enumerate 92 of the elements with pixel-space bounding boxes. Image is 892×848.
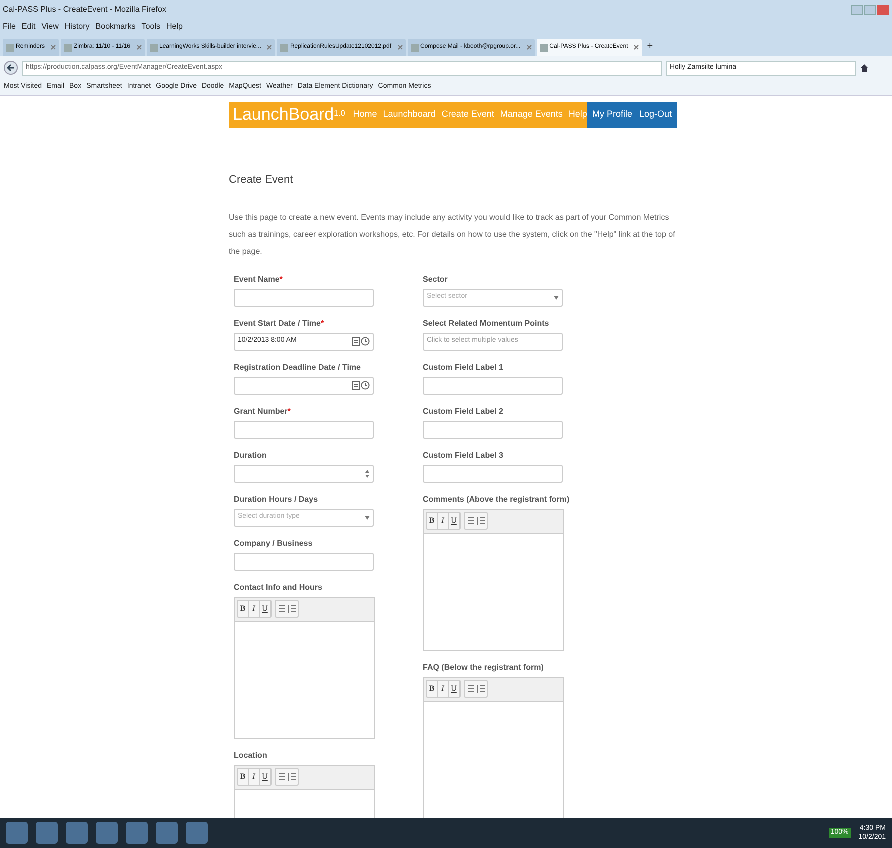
field-label: Custom Field Label 2 xyxy=(423,406,504,416)
number-input[interactable] xyxy=(234,464,374,482)
rich-text-editor[interactable]: B I U xyxy=(423,676,564,818)
menu-item[interactable]: History xyxy=(64,21,90,33)
bullet-list-icon[interactable] xyxy=(465,684,476,694)
date-time-input[interactable] xyxy=(234,376,374,394)
text-input[interactable] xyxy=(234,552,374,570)
page-intro: Use this page to create a new event. Events may include any activity you would like to track as part of your Common Metrics such as trainings, career exploration workshops, etc. For details on how to use the system, click on the "Help" link at the top of the page. xyxy=(229,212,676,258)
bullet-list-icon[interactable] xyxy=(465,516,476,526)
format-button[interactable]: I xyxy=(438,513,449,529)
format-button[interactable]: U xyxy=(449,681,460,697)
tab-favicon-icon xyxy=(410,44,419,52)
close-tab-icon[interactable] xyxy=(267,45,272,50)
maximize-icon[interactable] xyxy=(864,5,876,15)
numbered-list-icon[interactable] xyxy=(287,604,298,614)
field-label: Select Related Momentum Points xyxy=(423,318,550,328)
field-label: Custom Field Label 1 xyxy=(423,362,504,372)
menu-item[interactable]: Tools xyxy=(142,21,160,33)
menu-item[interactable]: Help xyxy=(166,21,183,33)
taskbar-app-icon[interactable] xyxy=(66,822,88,844)
bullet-list-icon[interactable] xyxy=(276,772,287,782)
format-button[interactable]: I xyxy=(249,601,260,617)
field-label: FAQ (Below the registrant form) xyxy=(423,662,545,672)
field-label: Registration Deadline Date / Time xyxy=(234,362,362,372)
new-tab-button[interactable]: + xyxy=(644,39,656,56)
field-label: Contact Info and Hours xyxy=(234,582,324,592)
field-label: Custom Field Label 3 xyxy=(423,450,504,460)
format-button[interactable]: B xyxy=(238,601,249,617)
taskbar-app-icon[interactable] xyxy=(126,822,148,844)
text-input[interactable] xyxy=(234,420,374,438)
tab-favicon-icon xyxy=(6,44,14,52)
page-title: Create Event xyxy=(229,173,294,188)
calendar-icon[interactable] xyxy=(352,381,360,390)
format-button[interactable]: I xyxy=(438,681,449,697)
field-label: Duration xyxy=(234,450,268,460)
window-title: Cal-PASS Plus - CreateEvent - Mozilla Firefox xyxy=(3,4,166,16)
text-input[interactable] xyxy=(234,288,374,306)
home-icon[interactable] xyxy=(860,64,869,72)
back-arrow-icon xyxy=(7,64,15,72)
close-tab-icon[interactable] xyxy=(136,45,142,50)
tab-favicon-icon xyxy=(64,44,72,52)
close-tab-icon[interactable] xyxy=(51,45,56,50)
format-button[interactable]: U xyxy=(449,513,460,529)
menu-item[interactable]: File xyxy=(3,21,16,33)
taskbar-app-icon[interactable] xyxy=(156,822,178,844)
field-label: Event Start Date / Time* xyxy=(234,318,326,328)
nav-link[interactable]: My Profile xyxy=(592,108,632,122)
bullet-list-icon[interactable] xyxy=(276,604,287,614)
spinner-icon[interactable] xyxy=(365,468,370,478)
back-button[interactable] xyxy=(4,61,18,75)
close-tab-icon[interactable] xyxy=(398,45,403,50)
taskbar-app-icon[interactable] xyxy=(6,822,28,844)
text-input[interactable] xyxy=(423,464,563,482)
format-button[interactable]: B xyxy=(427,513,438,529)
menu-item[interactable]: View xyxy=(42,21,59,33)
text-input[interactable] xyxy=(423,376,563,394)
taskbar-app-icon[interactable] xyxy=(186,822,208,844)
rich-text-editor[interactable]: B I U xyxy=(234,764,375,818)
tab-favicon-icon xyxy=(150,44,158,52)
text-input[interactable] xyxy=(423,420,563,438)
numbered-list-icon[interactable] xyxy=(476,516,487,526)
field-label: Sector xyxy=(423,274,449,284)
format-button[interactable]: B xyxy=(427,681,438,697)
caret-down-icon xyxy=(554,296,559,300)
format-button[interactable]: I xyxy=(249,769,260,785)
caret-down-icon xyxy=(365,516,370,520)
format-button[interactable]: U xyxy=(260,769,271,785)
calendar-icon[interactable] xyxy=(352,337,360,346)
close-tab-icon[interactable] xyxy=(634,45,640,50)
rich-text-editor[interactable]: B I U xyxy=(234,596,375,738)
menu-item[interactable]: Bookmarks xyxy=(96,21,136,33)
numbered-list-icon[interactable] xyxy=(287,772,298,782)
numbered-list-icon[interactable] xyxy=(476,684,487,694)
taskbar-app-icon[interactable] xyxy=(96,822,118,844)
format-button[interactable]: U xyxy=(260,601,271,617)
field-label: Grant Number* xyxy=(234,406,292,416)
rich-text-editor[interactable]: B I U xyxy=(423,508,564,650)
clock-icon[interactable] xyxy=(361,337,370,346)
field-label: Location xyxy=(234,750,268,760)
clock-icon[interactable] xyxy=(361,381,370,390)
close-tab-icon[interactable] xyxy=(526,45,532,50)
tab-favicon-icon xyxy=(540,44,548,52)
field-label: Comments (Above the registrant form) xyxy=(423,494,570,504)
tab-favicon-icon xyxy=(280,44,288,52)
menu-item[interactable]: Edit xyxy=(22,21,36,33)
nav-link[interactable]: Log-Out xyxy=(639,108,672,122)
minimize-icon[interactable] xyxy=(851,5,863,15)
format-button[interactable]: B xyxy=(238,769,249,785)
field-label: Duration Hours / Days xyxy=(234,494,320,504)
field-label: Event Name* xyxy=(234,274,284,284)
field-label: Company / Business xyxy=(234,538,314,548)
taskbar-app-icon[interactable] xyxy=(36,822,58,844)
